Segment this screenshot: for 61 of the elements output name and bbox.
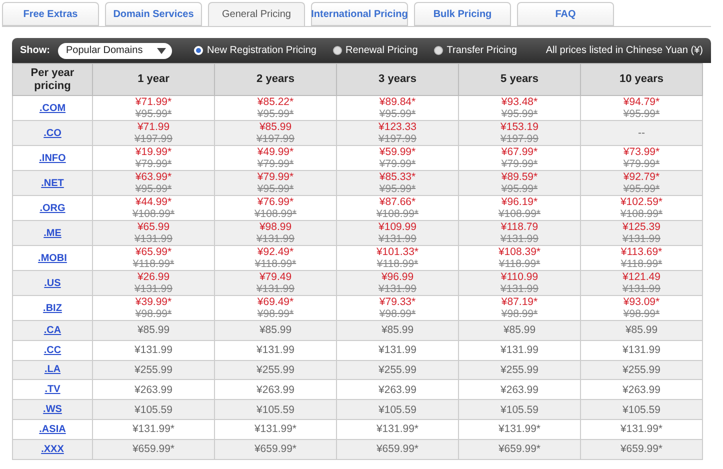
domain-link[interactable]: .INFO bbox=[39, 152, 66, 164]
domain-link[interactable]: .CO bbox=[44, 128, 62, 138]
domain-link[interactable]: .COM bbox=[39, 102, 66, 114]
price-cell: ¥85.99 bbox=[458, 320, 580, 340]
domain-link[interactable]: .MOBI bbox=[38, 252, 67, 264]
price-cell: ¥659.99* bbox=[214, 439, 336, 460]
column-header: 3 years bbox=[336, 64, 458, 96]
price-cell: ¥659.99* bbox=[580, 439, 702, 460]
price-cell: ¥85.99 bbox=[336, 320, 458, 340]
column-header: 1 year bbox=[92, 64, 214, 96]
price-cell: ¥131.99* bbox=[458, 419, 580, 440]
price-cell: ¥105.59 bbox=[580, 400, 702, 420]
tab[interactable]: Bulk Pricing bbox=[414, 2, 511, 26]
caret-icon bbox=[157, 48, 166, 54]
domain-link[interactable]: .BIZ bbox=[43, 302, 62, 314]
price-cell: ¥131.99* bbox=[336, 419, 458, 440]
price-cell: ¥131.99* bbox=[92, 419, 214, 440]
currency-note: All prices listed in Chinese Yuan (¥) bbox=[546, 45, 703, 56]
domain-link[interactable]: .US bbox=[44, 278, 61, 288]
column-header: 5 years bbox=[458, 64, 580, 96]
column-header: 10 years bbox=[580, 64, 702, 96]
price-cell: ¥85.99 bbox=[92, 320, 214, 340]
domain-dropdown[interactable]: Popular Domains bbox=[58, 42, 172, 58]
price-cell: ¥105.59 bbox=[336, 400, 458, 420]
domain-link[interactable]: .XXX bbox=[41, 444, 64, 455]
domain-link[interactable]: .ASIA bbox=[39, 424, 66, 435]
domain-link[interactable]: .TV bbox=[44, 384, 60, 396]
pricing-radio[interactable]: Renewal Pricing bbox=[332, 45, 418, 56]
price-cell: ¥131.99 bbox=[458, 340, 580, 360]
pricing-radio[interactable]: Transfer Pricing bbox=[434, 45, 517, 56]
show-label: Show: bbox=[20, 45, 50, 56]
tab[interactable]: Free Extras bbox=[2, 2, 99, 26]
radio-label: Transfer Pricing bbox=[446, 45, 517, 56]
price-cell: ¥659.99* bbox=[336, 439, 458, 460]
domain-link[interactable]: .NET bbox=[41, 178, 64, 188]
domain-link[interactable]: .LA bbox=[44, 364, 61, 376]
price-cell: ¥131.99 bbox=[214, 340, 336, 360]
price-cell: ¥659.99* bbox=[458, 439, 580, 460]
domain-link[interactable]: .CA bbox=[44, 324, 62, 336]
price-cell: ¥131.99* bbox=[214, 419, 336, 440]
price-cell: ¥105.59 bbox=[92, 400, 214, 420]
tab[interactable]: FAQ bbox=[517, 2, 614, 26]
price-cell: ¥105.59 bbox=[458, 400, 580, 420]
price-cell: ¥105.59 bbox=[214, 400, 336, 420]
price-cell: ¥85.99 bbox=[214, 320, 336, 340]
radio-label: Renewal Pricing bbox=[346, 45, 418, 56]
tab[interactable]: Domain Services bbox=[105, 2, 202, 26]
price-cell: ¥131.99 bbox=[92, 340, 214, 360]
price-cell: ¥131.99 bbox=[580, 340, 702, 360]
domain-link[interactable]: .ORG bbox=[40, 202, 66, 214]
price-cell: ¥131.99 bbox=[336, 340, 458, 360]
domain-link[interactable]: .CC bbox=[44, 344, 62, 356]
domain-link[interactable]: .ME bbox=[44, 228, 62, 238]
column-header: Per year pricing bbox=[12, 64, 92, 96]
price-cell: ¥659.99* bbox=[92, 439, 214, 460]
domain-link[interactable]: .WS bbox=[43, 404, 62, 416]
tab[interactable]: General Pricing bbox=[208, 2, 305, 26]
price-cell: ¥85.99 bbox=[580, 320, 702, 340]
column-header: 2 years bbox=[214, 64, 336, 96]
tab[interactable]: International Pricing bbox=[311, 2, 408, 26]
price-cell: ¥131.99* bbox=[580, 419, 702, 440]
